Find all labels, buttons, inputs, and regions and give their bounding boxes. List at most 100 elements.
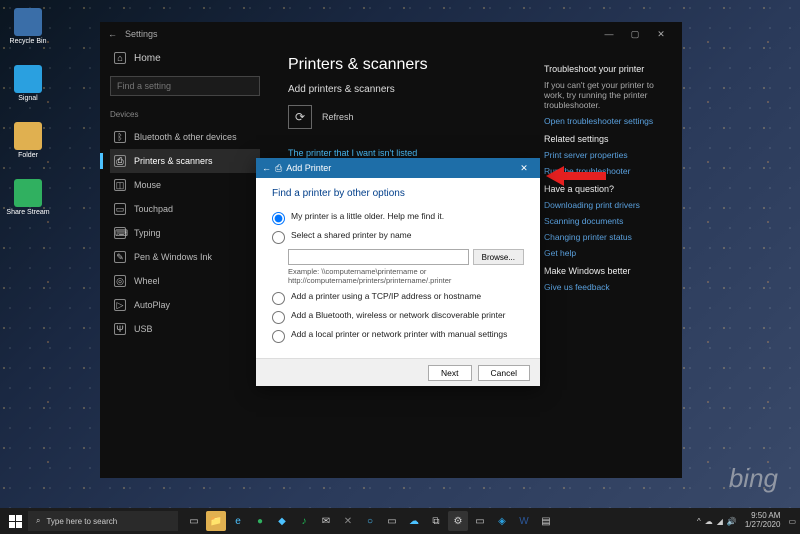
taskbar-app[interactable]: ♪ xyxy=(294,511,314,531)
settings-search-input[interactable] xyxy=(110,76,260,96)
close-button[interactable]: ✕ xyxy=(648,24,674,44)
notifications-icon[interactable]: ▭ xyxy=(788,517,796,526)
desktop-icon-signal[interactable]: Signal xyxy=(6,65,50,102)
refresh-button[interactable]: ⟳ xyxy=(288,105,312,129)
tray-wifi-icon[interactable]: ◢ xyxy=(717,517,723,526)
radio-older[interactable] xyxy=(272,212,285,225)
bing-watermark: bing xyxy=(729,463,778,494)
add-printer-dialog: ← ⎙ Add Printer ✕ Find a printer by othe… xyxy=(256,158,540,386)
dialog-title: Add Printer xyxy=(286,163,331,173)
dialog-heading: Find a printer by other options xyxy=(272,188,524,199)
tray-volume-icon[interactable]: 🔊 xyxy=(727,517,737,526)
minimize-button[interactable]: ― xyxy=(596,24,622,44)
radio-shared[interactable] xyxy=(272,231,285,244)
refresh-label: Refresh xyxy=(322,112,354,122)
aside-heading-question: Have a question? xyxy=(544,184,670,194)
refresh-icon: ⟳ xyxy=(295,110,305,124)
mouse-icon: ◫ xyxy=(114,179,126,191)
taskbar-app[interactable]: ⚙ xyxy=(448,511,468,531)
search-icon: ⌕ xyxy=(36,516,40,526)
link-scanning[interactable]: Scanning documents xyxy=(544,216,670,226)
option-local[interactable]: Add a local printer or network printer w… xyxy=(272,329,524,343)
taskbar-app[interactable]: ▭ xyxy=(470,511,490,531)
back-arrow-icon[interactable]: ← xyxy=(262,163,271,173)
next-button[interactable]: Next xyxy=(428,365,471,381)
link-printer-status[interactable]: Changing printer status xyxy=(544,232,670,242)
link-print-server[interactable]: Print server properties xyxy=(544,150,670,160)
sidebar-section-label: Devices xyxy=(110,110,260,119)
link-open-troubleshooter[interactable]: Open troubleshooter settings xyxy=(544,116,670,126)
settings-aside: Troubleshoot your printer If you can't g… xyxy=(532,46,682,478)
sidebar-item-touchpad[interactable]: ▭Touchpad xyxy=(110,197,260,221)
touchpad-icon: ▭ xyxy=(114,203,126,215)
settings-sidebar: ⌂ Home Devices ᛒBluetooth & other device… xyxy=(100,46,270,478)
home-button[interactable]: ⌂ Home xyxy=(110,46,260,70)
radio-tcpip[interactable] xyxy=(272,292,285,305)
shared-printer-input[interactable] xyxy=(288,249,469,265)
home-icon: ⌂ xyxy=(114,52,126,64)
desktop-icons: Recycle Bin Signal Folder Share Stream xyxy=(6,8,50,216)
pen-icon: ✎ xyxy=(114,251,126,263)
clock-date: 1/27/2020 xyxy=(745,521,781,530)
taskbar-app[interactable]: ◆ xyxy=(272,511,292,531)
back-icon[interactable]: ← xyxy=(108,29,117,39)
sidebar-item-autoplay[interactable]: ▷AutoPlay xyxy=(110,293,260,317)
taskbar-app[interactable]: ◈ xyxy=(492,511,512,531)
tray-chevron-icon[interactable]: ^ xyxy=(697,517,701,526)
taskbar-clock[interactable]: 9:50 AM 1/27/2020 xyxy=(741,512,785,530)
radio-local[interactable] xyxy=(272,330,285,343)
sidebar-item-bluetooth[interactable]: ᛒBluetooth & other devices xyxy=(110,125,260,149)
taskbar-app[interactable]: 📁 xyxy=(206,511,226,531)
printer-not-listed-link[interactable]: The printer that I want isn't listed xyxy=(288,148,417,158)
maximize-button[interactable]: ▢ xyxy=(622,24,648,44)
desktop-icon-recycle[interactable]: Recycle Bin xyxy=(6,8,50,45)
option-bluetooth[interactable]: Add a Bluetooth, wireless or network dis… xyxy=(272,310,524,324)
option-older-printer[interactable]: My printer is a little older. Help me fi… xyxy=(272,211,524,225)
taskbar-app[interactable]: W xyxy=(514,511,534,531)
keyboard-icon: ⌨ xyxy=(114,227,126,239)
taskbar-app[interactable]: ☁ xyxy=(404,511,424,531)
taskbar-app[interactable]: ▤ xyxy=(536,511,556,531)
bluetooth-icon: ᛒ xyxy=(114,131,126,143)
link-feedback[interactable]: Give us feedback xyxy=(544,282,670,292)
link-download-drivers[interactable]: Downloading print drivers xyxy=(544,200,670,210)
taskbar-app[interactable]: ⧉ xyxy=(426,511,446,531)
home-label: Home xyxy=(134,53,161,64)
page-title: Printers & scanners xyxy=(288,56,514,74)
browse-button[interactable]: Browse... xyxy=(473,249,524,265)
sidebar-item-printers[interactable]: ⎙Printers & scanners xyxy=(110,149,260,173)
start-button[interactable] xyxy=(4,510,26,532)
taskbar-app[interactable]: e xyxy=(228,511,248,531)
cortana-button[interactable]: ○ xyxy=(360,511,380,531)
autoplay-icon: ▷ xyxy=(114,299,126,311)
sidebar-item-wheel[interactable]: ◎Wheel xyxy=(110,269,260,293)
link-run-troubleshooter[interactable]: Run the troubleshooter xyxy=(544,166,670,176)
taskbar-app[interactable]: ▭ xyxy=(382,511,402,531)
sidebar-item-typing[interactable]: ⌨Typing xyxy=(110,221,260,245)
system-tray[interactable]: ^ ☁ ◢ 🔊 9:50 AM 1/27/2020 ▭ xyxy=(697,512,796,530)
sidebar-item-pen[interactable]: ✎Pen & Windows Ink xyxy=(110,245,260,269)
wheel-icon: ◎ xyxy=(114,275,126,287)
taskbar-app[interactable]: ✉ xyxy=(316,511,336,531)
taskbar: ⌕ Type here to search ▭ 📁 e ● ◆ ♪ ✉ ✕ ○ … xyxy=(0,508,800,534)
radio-bluetooth[interactable] xyxy=(272,311,285,324)
tray-cloud-icon[interactable]: ☁ xyxy=(705,517,713,526)
desktop-icon-folder[interactable]: Folder xyxy=(6,122,50,159)
option-shared-printer[interactable]: Select a shared printer by name xyxy=(272,230,524,244)
dialog-close-button[interactable]: ✕ xyxy=(514,159,534,177)
taskbar-search[interactable]: ⌕ Type here to search xyxy=(28,511,178,531)
aside-heading-feedback: Make Windows better xyxy=(544,266,670,276)
taskbar-app[interactable]: ✕ xyxy=(338,511,358,531)
sidebar-item-mouse[interactable]: ◫Mouse xyxy=(110,173,260,197)
desktop-icon-share[interactable]: Share Stream xyxy=(6,179,50,216)
printer-icon: ⎙ xyxy=(275,163,282,174)
task-view-button[interactable]: ▭ xyxy=(184,511,204,531)
usb-icon: Ψ xyxy=(114,323,126,335)
link-get-help[interactable]: Get help xyxy=(544,248,670,258)
windows-icon xyxy=(9,515,22,528)
aside-heading-related: Related settings xyxy=(544,134,670,144)
taskbar-app[interactable]: ● xyxy=(250,511,270,531)
option-tcpip[interactable]: Add a printer using a TCP/IP address or … xyxy=(272,291,524,305)
cancel-button[interactable]: Cancel xyxy=(478,365,530,381)
sidebar-item-usb[interactable]: ΨUSB xyxy=(110,317,260,341)
